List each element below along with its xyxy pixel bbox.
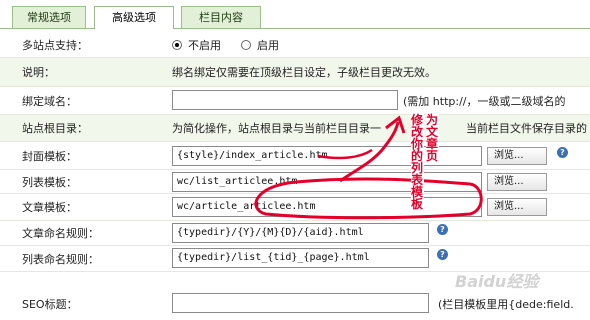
annotation-stroke — [317, 148, 373, 160]
annotation-oval — [254, 177, 483, 220]
annotation-text-2: 为文章页 — [426, 113, 439, 163]
annotation-text-1: 修改你的列表模板 — [411, 113, 424, 211]
watermark-logo: Baidu经验 — [455, 272, 539, 291]
